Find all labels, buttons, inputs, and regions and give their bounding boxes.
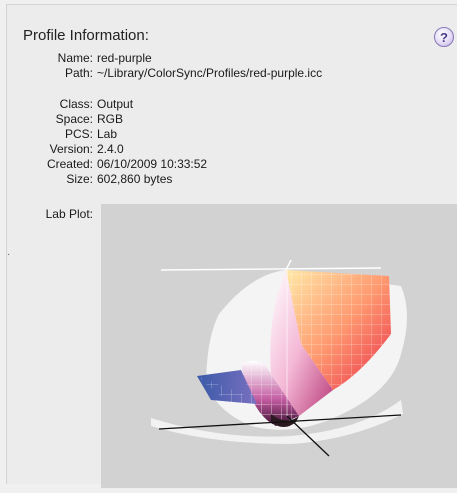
size-label: Size: (66, 172, 93, 186)
created-value: 06/10/2009 10:33:52 (97, 157, 208, 171)
profile-info-panel: · Profile Information: ? Name: Path: red… (6, 4, 457, 488)
left-edge-marker: · (7, 249, 11, 260)
space-value: RGB (97, 112, 124, 126)
help-button[interactable]: ? (434, 27, 454, 47)
version-label: Version: (49, 142, 93, 156)
size-value: 602,860 bytes (97, 172, 173, 186)
space-label: Space: (55, 112, 93, 126)
lab-plot-label: Lab Plot: (45, 207, 93, 221)
name-value: red-purple (97, 51, 152, 65)
path-label: Path: (64, 66, 93, 80)
lab-plot-view[interactable] (101, 204, 457, 488)
lab-gamut-plot (151, 259, 407, 457)
version-value: 2.4.0 (97, 142, 124, 156)
class-value: Output (97, 97, 134, 111)
pcs-value: Lab (97, 127, 118, 141)
pcs-label: PCS: (64, 127, 93, 141)
help-icon: ? (440, 29, 448, 45)
name-label: Name: (57, 51, 93, 65)
class-label: Class: (59, 97, 93, 111)
panel-title: Profile Information: (23, 27, 149, 44)
created-label: Created: (46, 157, 93, 171)
path-value: ~/Library/ColorSync/Profiles/red-purple.… (97, 66, 323, 80)
